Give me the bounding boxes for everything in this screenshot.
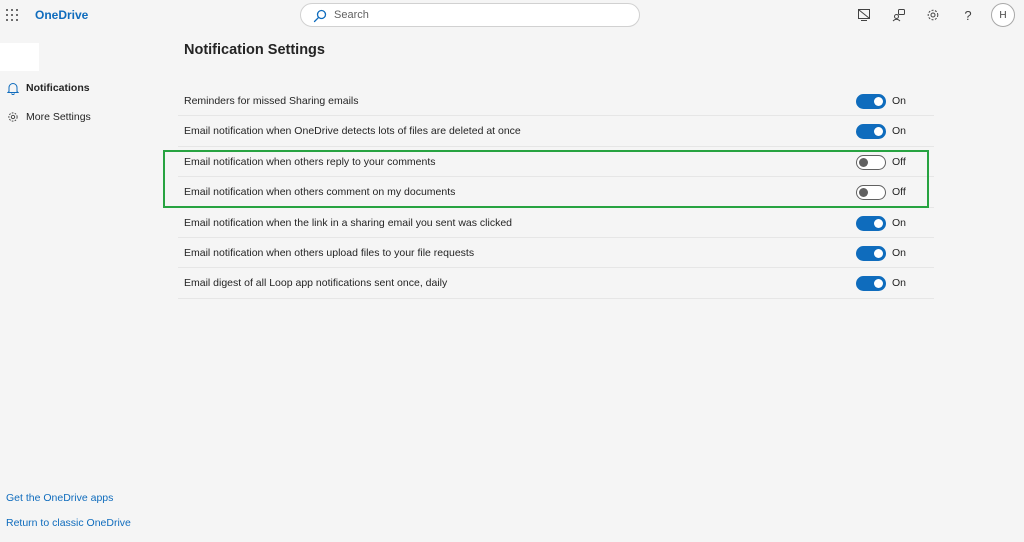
sidebar-item-label: Notifications xyxy=(26,82,90,94)
bell-icon xyxy=(6,81,20,95)
sidebar-item-more-settings[interactable]: More Settings xyxy=(0,106,150,128)
setting-row: Email notification when OneDrive detects… xyxy=(178,116,934,147)
toggle-switch[interactable] xyxy=(856,154,886,170)
app-brand[interactable]: OneDrive xyxy=(35,8,88,22)
gear-icon[interactable] xyxy=(925,7,941,23)
toggle-state: On xyxy=(892,216,907,229)
toggle-switch[interactable] xyxy=(856,215,886,231)
search-box[interactable] xyxy=(300,3,640,27)
gear-icon xyxy=(6,110,20,124)
setting-label: Email digest of all Loop app notificatio… xyxy=(184,277,448,290)
help-icon[interactable]: ? xyxy=(960,7,976,23)
page-title: Notification Settings xyxy=(184,42,325,58)
sidebar-item-notifications[interactable]: Notifications xyxy=(0,77,150,99)
search-icon xyxy=(313,9,327,23)
toggle-state: Off xyxy=(892,186,906,199)
setting-label: Email notification when others reply to … xyxy=(184,155,436,168)
feedback-icon[interactable] xyxy=(891,7,907,23)
toggle-switch[interactable] xyxy=(856,124,886,140)
setting-row: Reminders for missed Sharing emails On xyxy=(178,86,934,117)
nav-placeholder xyxy=(0,43,39,71)
presentation-icon[interactable] xyxy=(856,7,872,23)
setting-label: Email notification when OneDrive detects… xyxy=(184,125,521,138)
toggle-switch[interactable] xyxy=(856,185,886,201)
toggle-state: Off xyxy=(892,155,906,168)
setting-row: Email notification when others comment o… xyxy=(178,177,934,208)
setting-row: Email digest of all Loop app notificatio… xyxy=(178,268,934,299)
sidebar-item-label: More Settings xyxy=(26,111,91,123)
settings-list: Reminders for missed Sharing emails On E… xyxy=(178,86,934,299)
setting-label: Email notification when the link in a sh… xyxy=(184,216,512,229)
toggle-state: On xyxy=(892,246,907,259)
toggle-state: On xyxy=(892,277,907,290)
toggle-switch[interactable] xyxy=(856,276,886,292)
setting-label: Email notification when others upload fi… xyxy=(184,246,475,259)
setting-row: Email notification when others reply to … xyxy=(178,147,934,178)
classic-onedrive-link[interactable]: Return to classic OneDrive xyxy=(6,517,131,529)
setting-label: Reminders for missed Sharing emails xyxy=(184,95,359,107)
get-apps-link[interactable]: Get the OneDrive apps xyxy=(6,492,113,504)
avatar[interactable]: H xyxy=(991,3,1015,27)
setting-label: Email notification when others comment o… xyxy=(184,186,456,199)
toggle-switch[interactable] xyxy=(856,94,886,109)
toggle-state: On xyxy=(892,125,907,138)
setting-row: Email notification when the link in a sh… xyxy=(178,208,934,238)
toggle-state: On xyxy=(892,95,907,107)
setting-row: Email notification when others upload fi… xyxy=(178,238,934,269)
top-bar: OneDrive ? H xyxy=(0,0,1024,32)
toggle-switch[interactable] xyxy=(856,245,886,261)
waffle-icon[interactable] xyxy=(6,9,18,21)
search-input[interactable] xyxy=(334,7,624,23)
